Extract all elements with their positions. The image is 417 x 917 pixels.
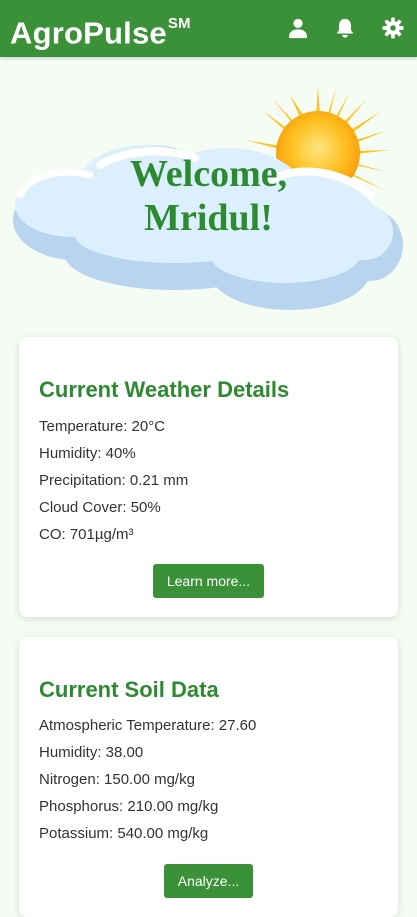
app-logo[interactable]: AgroPulseSM xyxy=(10,10,191,51)
user-icon[interactable] xyxy=(287,17,309,39)
welcome-message: Welcome, Mridul! xyxy=(0,152,417,240)
soil-atmospheric-temperature: Atmospheric Temperature: 27.60 xyxy=(39,717,257,734)
service-mark: SM xyxy=(167,15,191,32)
analyze-button[interactable]: Analyze... xyxy=(164,864,253,898)
weather-card: Current Weather Details Temperature: 20°… xyxy=(19,337,398,617)
soil-potassium: Potassium: 540.00 mg/kg xyxy=(39,825,209,842)
learn-more-button[interactable]: Learn more... xyxy=(153,564,264,598)
soil-humidity: Humidity: 38.00 xyxy=(39,744,144,761)
soil-card-title: Current Soil Data xyxy=(39,677,219,702)
weather-co: CO: 701µg/m³ xyxy=(39,526,134,543)
soil-card: Current Soil Data Atmospheric Temperatur… xyxy=(19,637,398,917)
weather-card-title: Current Weather Details xyxy=(39,377,290,402)
bell-icon[interactable] xyxy=(334,17,356,39)
weather-humidity: Humidity: 40% xyxy=(39,445,136,462)
gear-icon[interactable] xyxy=(382,17,404,39)
soil-nitrogen: Nitrogen: 150.00 mg/kg xyxy=(39,771,195,788)
user-name: Mridul! xyxy=(144,197,273,239)
weather-cloud-cover: Cloud Cover: 50% xyxy=(39,499,161,516)
weather-precipitation: Precipitation: 0.21 mm xyxy=(39,472,189,489)
app-header: AgroPulseSM xyxy=(0,0,417,57)
soil-phosphorus: Phosphorus: 210.00 mg/kg xyxy=(39,798,219,815)
weather-temperature: Temperature: 20°C xyxy=(39,418,166,435)
welcome-line: Welcome, xyxy=(129,153,288,195)
app-name: AgroPulse xyxy=(10,15,167,51)
